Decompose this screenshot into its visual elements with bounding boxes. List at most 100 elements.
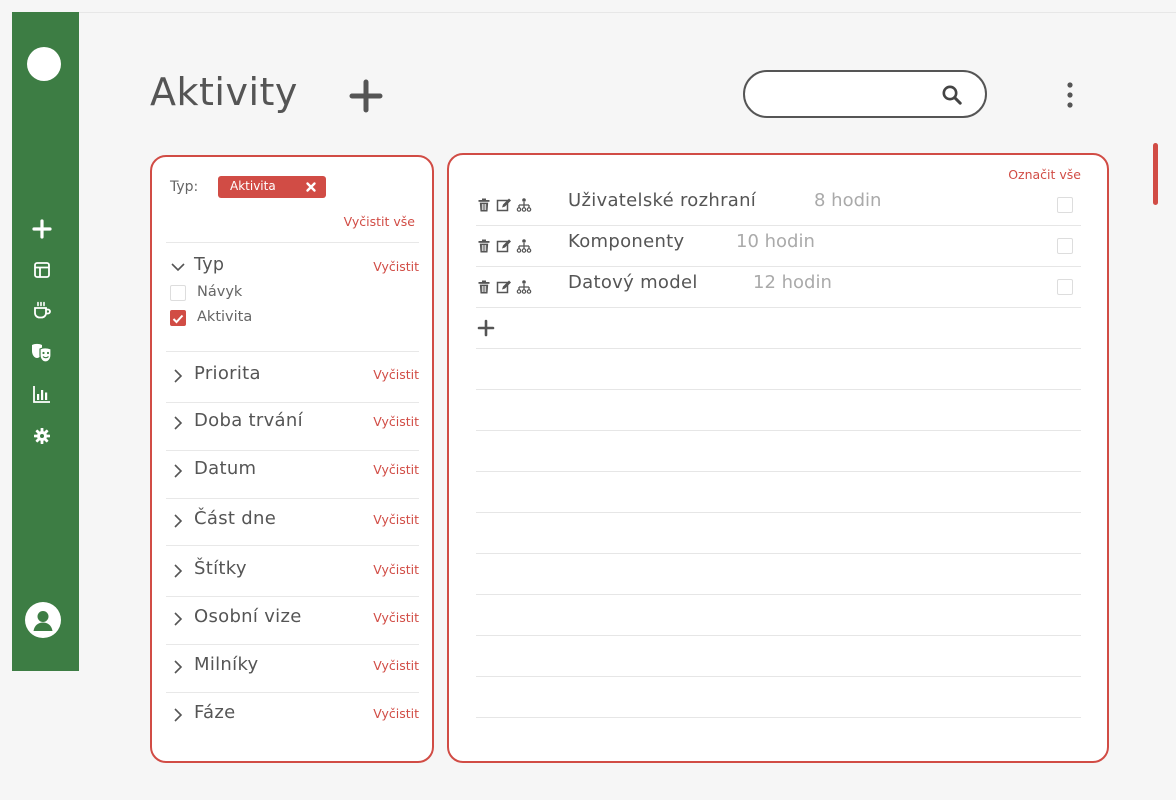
filter-section-title: Doba trvání: [194, 410, 303, 431]
filter-section[interactable]: Doba trvání Vyčistit: [166, 410, 419, 436]
table-row[interactable]: Komponenty 10 hodin: [476, 230, 1081, 260]
filter-section-title: Část dne: [194, 508, 277, 529]
row-checkbox[interactable]: [1057, 197, 1073, 213]
chevron-right-icon: [174, 564, 183, 578]
chip-label: Aktivita: [230, 179, 276, 193]
filter-option-label: Návyk: [197, 284, 243, 300]
divider: [476, 471, 1081, 472]
trash-icon[interactable]: [476, 238, 492, 254]
trash-icon[interactable]: [476, 197, 492, 213]
filter-section[interactable]: Část dne Vyčistit: [166, 508, 419, 534]
row-actions: [476, 279, 532, 295]
activity-duration: 12 hodin: [753, 272, 832, 293]
table-row[interactable]: Datový model 12 hodin: [476, 271, 1081, 301]
divider: [166, 498, 419, 499]
divider: [166, 692, 419, 693]
divider: [166, 545, 419, 546]
filter-option-label: Aktivita: [197, 309, 253, 325]
divider: [476, 307, 1081, 308]
user-icon[interactable]: [25, 602, 61, 638]
row-checkbox[interactable]: [1057, 238, 1073, 254]
table-row[interactable]: Uživatelské rozhraní 8 hodin: [476, 189, 1081, 219]
search-box[interactable]: [743, 70, 987, 118]
sidebar: [12, 12, 79, 671]
more-vertical-icon: [1067, 82, 1073, 108]
chevron-right-icon: [174, 660, 183, 674]
divider: [166, 644, 419, 645]
chevron-right-icon: [174, 464, 183, 478]
filter-section[interactable]: Priorita Vyčistit: [166, 363, 419, 389]
divider: [166, 351, 419, 352]
filter-section-header[interactable]: Typ Vyčistit: [166, 255, 419, 279]
add-row-button[interactable]: [476, 318, 496, 338]
trash-icon[interactable]: [476, 279, 492, 295]
theater-masks-icon[interactable]: [29, 340, 55, 366]
divider: [166, 596, 419, 597]
activity-name[interactable]: Datový model: [568, 272, 698, 293]
dashboard-icon[interactable]: [29, 257, 55, 283]
filter-section-title: Priorita: [194, 363, 261, 384]
edit-icon[interactable]: [496, 197, 512, 213]
filter-clear-link[interactable]: Vyčistit: [373, 706, 419, 721]
filter-section-title: Typ: [194, 255, 225, 275]
filter-clear-link[interactable]: Vyčistit: [373, 610, 419, 625]
filter-section-title: Štítky: [194, 558, 247, 579]
divider: [166, 242, 419, 243]
coffee-icon[interactable]: [29, 298, 55, 324]
gear-icon[interactable]: [29, 423, 55, 449]
close-icon[interactable]: [302, 178, 320, 196]
top-border: [12, 12, 1176, 13]
filter-section[interactable]: Štítky Vyčistit: [166, 558, 419, 584]
activity-duration: 10 hodin: [736, 231, 815, 252]
activity-name[interactable]: Komponenty: [568, 231, 685, 252]
chevron-right-icon: [174, 612, 183, 626]
filter-clear-link[interactable]: Vyčistit: [373, 367, 419, 382]
checkbox[interactable]: [170, 285, 186, 301]
filter-section[interactable]: Osobní vize Vyčistit: [166, 606, 419, 632]
filter-panel: Typ: Aktivita Vyčistit vše Typ Vyčistit …: [150, 155, 434, 763]
hierarchy-icon[interactable]: [516, 197, 532, 213]
edit-icon[interactable]: [496, 238, 512, 254]
divider: [476, 389, 1081, 390]
search-input[interactable]: [763, 82, 937, 110]
chevron-right-icon: [174, 708, 183, 722]
filter-clear-link[interactable]: Vyčistit: [373, 414, 419, 429]
edit-icon[interactable]: [496, 279, 512, 295]
filter-clear-link[interactable]: Vyčistit: [373, 658, 419, 673]
clear-all-link[interactable]: Vyčistit vše: [344, 214, 415, 229]
hierarchy-icon[interactable]: [516, 238, 532, 254]
scrollbar[interactable]: [1153, 143, 1158, 205]
plus-icon: [477, 319, 495, 337]
row-checkbox[interactable]: [1057, 279, 1073, 295]
select-all-link[interactable]: Označit vše: [1008, 167, 1081, 182]
activity-duration: 8 hodin: [814, 190, 882, 211]
row-actions: [476, 238, 532, 254]
filter-section[interactable]: Fáze Vyčistit: [166, 702, 419, 728]
app-logo[interactable]: [27, 47, 61, 81]
divider: [476, 512, 1081, 513]
checkbox-checked[interactable]: [170, 310, 186, 326]
plus-icon[interactable]: [29, 216, 55, 242]
divider: [476, 225, 1081, 226]
filter-section[interactable]: Milníky Vyčistit: [166, 654, 419, 680]
bar-chart-icon[interactable]: [29, 381, 55, 407]
divider: [476, 594, 1081, 595]
filter-clear-link[interactable]: Vyčistit: [373, 562, 419, 577]
more-menu-button[interactable]: [1058, 80, 1082, 110]
filter-clear-link[interactable]: Vyčistit: [373, 259, 419, 274]
activity-name[interactable]: Uživatelské rozhraní: [568, 190, 756, 211]
search-icon[interactable]: [941, 84, 963, 106]
filter-clear-link[interactable]: Vyčistit: [373, 512, 419, 527]
type-filter-label: Typ:: [170, 179, 199, 195]
hierarchy-icon[interactable]: [516, 279, 532, 295]
chevron-down-icon: [171, 263, 185, 272]
filter-section-title: Fáze: [194, 702, 236, 723]
divider: [476, 553, 1081, 554]
chevron-right-icon: [174, 514, 183, 528]
filter-clear-link[interactable]: Vyčistit: [373, 462, 419, 477]
divider: [166, 402, 419, 403]
add-activity-button[interactable]: [348, 78, 384, 114]
filter-section[interactable]: Datum Vyčistit: [166, 458, 419, 484]
chevron-right-icon: [174, 369, 183, 383]
divider: [476, 717, 1081, 718]
